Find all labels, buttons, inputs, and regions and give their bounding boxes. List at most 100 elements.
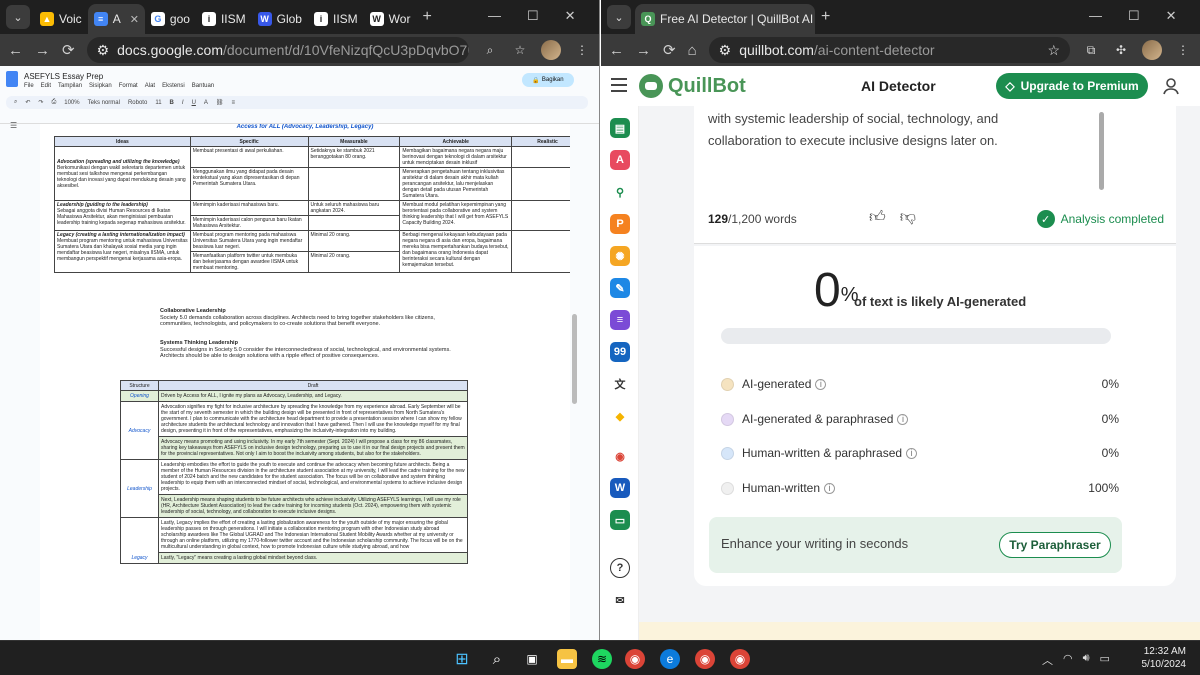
- forward-icon[interactable]: →: [636, 42, 651, 59]
- quillbot-logo[interactable]: QuillBot: [639, 74, 746, 98]
- info-icon[interactable]: i: [824, 482, 836, 494]
- minimize-icon[interactable]: —: [1089, 8, 1102, 24]
- address-bar[interactable]: ⚙ quillbot.com/ai-content-detector ☆: [708, 37, 1070, 63]
- task-view-icon[interactable]: ▣: [522, 649, 542, 669]
- document-page[interactable]: Access for ALL (Advocacy, Leadership, Le…: [40, 124, 570, 640]
- italic-icon[interactable]: I: [182, 100, 184, 106]
- minimize-icon[interactable]: —: [488, 8, 501, 24]
- share-button[interactable]: 🔒 Bagikan: [522, 73, 574, 87]
- redo-icon[interactable]: ↷: [38, 99, 43, 106]
- menu-format[interactable]: Format: [119, 83, 138, 89]
- battery-icon[interactable]: ▭: [1100, 652, 1110, 668]
- tab-4[interactable]: W Glob: [252, 4, 308, 34]
- menu-dots-icon[interactable]: ⋮: [1174, 41, 1192, 59]
- tab-search-button[interactable]: ⌄: [607, 5, 631, 29]
- thumbs-up-icon[interactable]: 👍︎: [869, 208, 886, 227]
- paraphraser-icon[interactable]: ▤: [610, 118, 630, 138]
- tab-search-button[interactable]: ⌄: [6, 5, 30, 29]
- profile-avatar[interactable]: [541, 40, 561, 60]
- chrome-icon[interactable]: ◉: [625, 649, 645, 669]
- mail-icon[interactable]: ✉: [610, 590, 630, 610]
- word-addin-icon[interactable]: W: [610, 478, 630, 498]
- menu-extensions[interactable]: Ekstensi: [162, 83, 185, 89]
- search-icon[interactable]: ⌕: [481, 41, 499, 59]
- premium-diamond-icon[interactable]: ◆: [610, 406, 630, 426]
- tab-quillbot[interactable]: QFree AI Detector | QuillBot AI✕: [635, 4, 815, 34]
- try-paraphraser-button[interactable]: Try Paraphraser: [999, 532, 1111, 558]
- input-scrollbar[interactable]: [1099, 112, 1104, 190]
- info-icon[interactable]: i: [897, 413, 909, 425]
- clock[interactable]: 12:32 AM 5/10/2024: [1134, 645, 1187, 671]
- menu-edit[interactable]: Edit: [41, 83, 51, 89]
- menu-insert[interactable]: Sisipkan: [89, 83, 112, 89]
- align-icon[interactable]: ≡: [232, 100, 236, 106]
- font-select[interactable]: Roboto: [128, 100, 147, 106]
- site-info-icon[interactable]: ⚙: [719, 42, 732, 59]
- reload-icon[interactable]: ⟳: [62, 41, 75, 59]
- menu-view[interactable]: Tampilan: [58, 83, 82, 89]
- style-select[interactable]: Teks normal: [88, 100, 120, 106]
- search-icon[interactable]: ⌕: [487, 649, 507, 669]
- link-icon[interactable]: ⛓: [216, 99, 224, 106]
- underline-icon[interactable]: U: [192, 100, 196, 106]
- volume-icon[interactable]: 🔊︎: [1083, 652, 1090, 668]
- chrome-profile-icon[interactable]: ◉: [695, 649, 715, 669]
- back-icon[interactable]: ←: [609, 42, 624, 59]
- docs-logo-icon[interactable]: [6, 71, 18, 87]
- ai-chat-icon[interactable]: ✎: [610, 278, 630, 298]
- bookmark-star-icon[interactable]: ☆: [1047, 42, 1060, 59]
- document-scrollbar[interactable]: [572, 314, 577, 404]
- tab-2[interactable]: Ggoo: [145, 4, 196, 34]
- new-tab-button[interactable]: +: [821, 8, 830, 26]
- new-tab-button[interactable]: +: [422, 8, 431, 26]
- close-window-icon[interactable]: ✕: [1166, 8, 1177, 24]
- chrome-extension-icon[interactable]: ◉: [610, 446, 630, 466]
- translator-icon[interactable]: 文: [610, 374, 630, 394]
- user-account-icon[interactable]: [1161, 76, 1181, 96]
- forward-icon[interactable]: →: [35, 42, 50, 59]
- outline-icon[interactable]: ☰: [10, 121, 17, 130]
- tab-0[interactable]: ▲ Voic: [34, 4, 88, 34]
- search-menus-icon[interactable]: ⌕: [14, 99, 17, 106]
- print-icon[interactable]: ⎙: [51, 99, 56, 106]
- upgrade-premium-button[interactable]: ◇ Upgrade to Premium: [996, 73, 1148, 99]
- spotify-icon[interactable]: ≋: [592, 649, 612, 669]
- address-bar[interactable]: ⚙ docs.google.com/document/d/10VfeNizqfQ…: [86, 37, 469, 63]
- input-text-area[interactable]: with systemic leadership of social, tech…: [708, 108, 1028, 152]
- humanizer-icon[interactable]: ✺: [610, 246, 630, 266]
- document-title[interactable]: ASEFYLS Essay Prep: [24, 72, 103, 81]
- file-explorer-icon[interactable]: ▬: [557, 649, 577, 669]
- text-color-icon[interactable]: A: [204, 100, 208, 106]
- menu-dots-icon[interactable]: ⋮: [573, 41, 591, 59]
- windows-start-icon[interactable]: ⊞: [452, 649, 472, 669]
- citation-generator-icon[interactable]: 99: [610, 342, 630, 362]
- undo-icon[interactable]: ↶: [25, 99, 30, 106]
- help-icon[interactable]: ?: [610, 558, 630, 578]
- close-window-icon[interactable]: ✕: [565, 8, 576, 24]
- desktop-app-icon[interactable]: ▭: [610, 510, 630, 530]
- home-icon[interactable]: ⌂: [688, 42, 697, 59]
- plagiarism-checker-icon[interactable]: P: [610, 214, 630, 234]
- chevron-up-icon[interactable]: ︿: [1042, 652, 1053, 668]
- maximize-icon[interactable]: ☐: [1128, 8, 1140, 24]
- menu-tools[interactable]: Alat: [145, 83, 155, 89]
- info-icon[interactable]: i: [906, 447, 918, 459]
- summarizer-icon[interactable]: ≡: [610, 310, 630, 330]
- zoom-select[interactable]: 100%: [64, 100, 79, 106]
- bookmark-star-icon[interactable]: ☆: [511, 41, 529, 59]
- font-size-input[interactable]: 11: [155, 100, 161, 106]
- profile-avatar[interactable]: [1142, 40, 1162, 60]
- edge-icon[interactable]: e: [660, 649, 680, 669]
- ai-detector-icon[interactable]: ⚲: [610, 182, 630, 202]
- extension-icon[interactable]: ⧉: [1082, 41, 1100, 59]
- back-icon[interactable]: ←: [8, 42, 23, 59]
- tab-6[interactable]: W Wor: [364, 4, 417, 34]
- reload-icon[interactable]: ⟳: [663, 41, 676, 59]
- info-icon[interactable]: i: [815, 378, 827, 390]
- thumbs-down-icon[interactable]: 👎︎: [900, 208, 916, 227]
- grammar-checker-icon[interactable]: A: [610, 150, 630, 170]
- tab-3[interactable]: i IISM: [196, 4, 252, 34]
- close-tab-icon[interactable]: ✕: [130, 13, 139, 26]
- tab-5[interactable]: i IISM: [308, 4, 364, 34]
- maximize-icon[interactable]: ☐: [527, 8, 539, 24]
